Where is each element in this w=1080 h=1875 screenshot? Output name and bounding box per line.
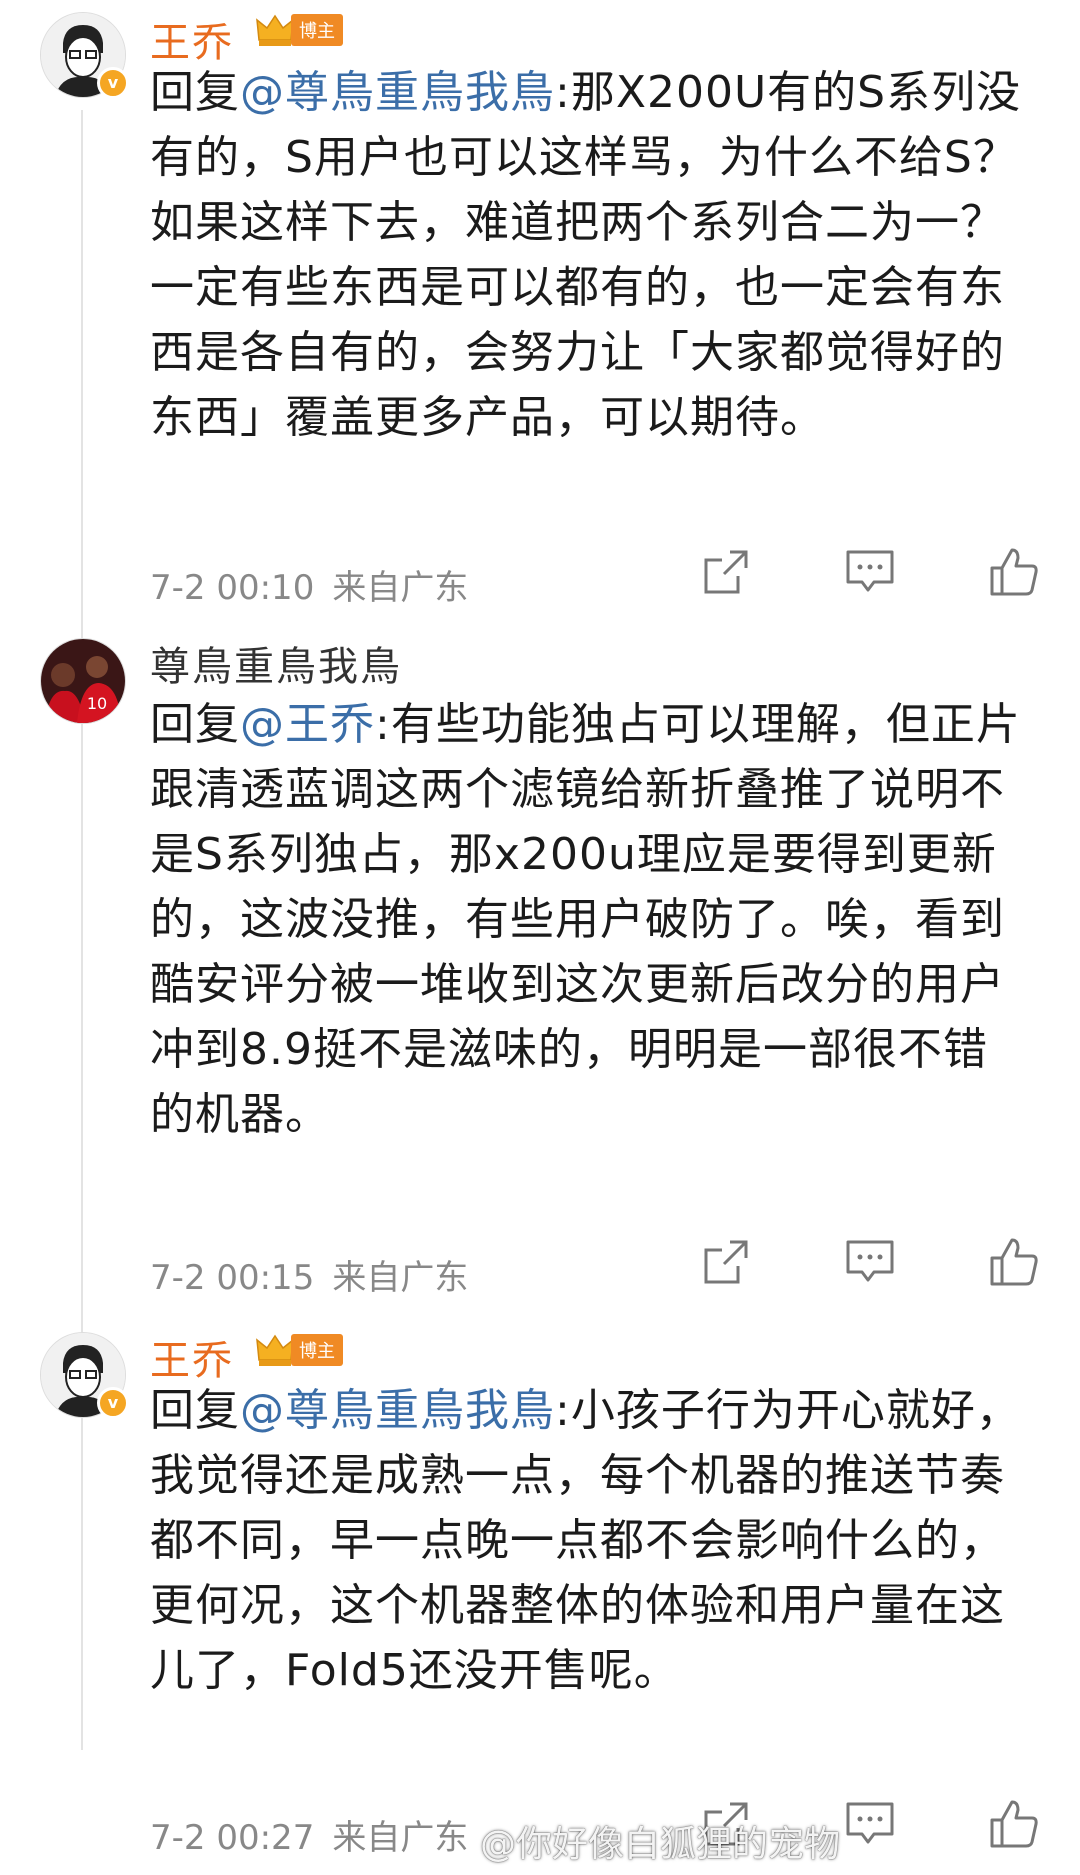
reply-prefix: 回复: [150, 67, 240, 118]
comment-meta: 7-2 00:10 来自广东: [150, 560, 486, 609]
mention-link[interactable]: @王乔: [240, 699, 375, 750]
comment-body: :有些功能独占可以理解，但正片跟清透蓝调这两个滤镜给新折叠推了说明不是S系列独占…: [150, 699, 1021, 1140]
timestamp: 7-2 00:15: [150, 1258, 315, 1298]
like-icon[interactable]: [988, 546, 1040, 598]
action-bar: [700, 1236, 1040, 1288]
avatar[interactable]: 10: [40, 638, 126, 724]
blogger-badge: 博主: [255, 1332, 343, 1368]
comment-text: 回复@尊鳥重鳥我鳥:小孩子行为开心就好，我觉得还是成熟一点，每个机器的推送节奏都…: [150, 1378, 1030, 1703]
username[interactable]: 尊鳥重鳥我鳥: [150, 634, 402, 692]
badge-label: 博主: [291, 14, 343, 46]
crown-icon: [256, 1334, 294, 1366]
verified-icon: v: [97, 1387, 129, 1419]
comment-body: :那X200U有的S系列没有的，S用户也可以这样骂，为什么不给S？如果这样下去，…: [150, 67, 1022, 443]
reply-prefix: 回复: [150, 1385, 240, 1436]
crown-icon: [256, 14, 294, 46]
comment-text: 回复@王乔:有些功能独占可以理解，但正片跟清透蓝调这两个滤镜给新折叠推了说明不是…: [150, 692, 1030, 1147]
verified-icon: v: [97, 67, 129, 99]
timestamp: 7-2 00:10: [150, 568, 315, 608]
watermark: @你好像白狐狸的宠物: [480, 1824, 841, 1865]
location: 来自广东: [332, 568, 469, 608]
blogger-badge: 博主: [255, 12, 343, 48]
share-icon[interactable]: [700, 1236, 752, 1288]
action-bar: [700, 546, 1040, 598]
like-icon[interactable]: [988, 1798, 1040, 1850]
mention-link[interactable]: @尊鳥重鳥我鳥: [240, 1385, 555, 1436]
location: 来自广东: [332, 1818, 469, 1858]
avatar-photo-icon: 10: [41, 639, 125, 723]
mention-link[interactable]: @尊鳥重鳥我鳥: [240, 67, 555, 118]
location: 来自广东: [332, 1258, 469, 1298]
reply-prefix: 回复: [150, 699, 240, 750]
timestamp: 7-2 00:27: [150, 1818, 315, 1858]
share-icon[interactable]: [700, 546, 752, 598]
comment-icon[interactable]: [844, 1236, 896, 1288]
avatar[interactable]: v: [40, 12, 129, 99]
like-icon[interactable]: [988, 1236, 1040, 1288]
comment-meta: 7-2 00:15 来自广东: [150, 1250, 486, 1299]
svg-text:10: 10: [87, 694, 107, 713]
comment-icon[interactable]: [844, 1798, 896, 1850]
comment-icon[interactable]: [844, 546, 896, 598]
comment-text: 回复@尊鳥重鳥我鳥:那X200U有的S系列没有的，S用户也可以这样骂，为什么不给…: [150, 60, 1030, 450]
avatar[interactable]: v: [40, 1332, 129, 1419]
badge-label: 博主: [291, 1334, 343, 1366]
comment-meta: 7-2 00:27 来自广东: [150, 1810, 486, 1859]
thread-line: [81, 110, 83, 1750]
